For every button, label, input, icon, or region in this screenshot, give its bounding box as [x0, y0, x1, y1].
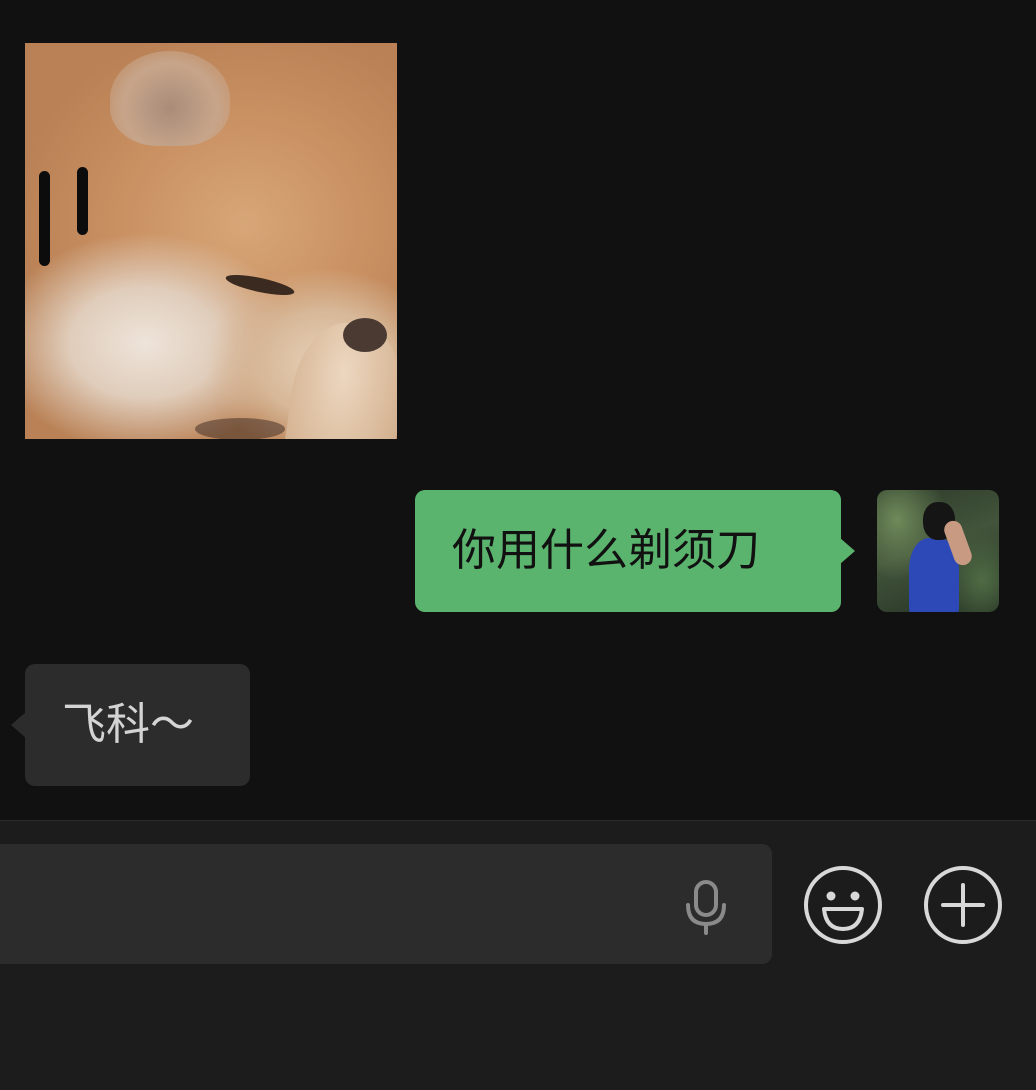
sticker-sweat-mark: [39, 171, 50, 266]
sticker-dog-nose: [343, 318, 387, 352]
sticker-dog-ear: [110, 51, 230, 146]
sent-message-text: 你用什么剃须刀: [452, 525, 760, 576]
chat-screen: 你用什么剃须刀 飞科～: [0, 0, 1036, 1090]
sticker-dog-mouth: [195, 418, 285, 439]
received-sticker-image[interactable]: [25, 43, 397, 439]
chat-input-bar: [0, 820, 1036, 1090]
received-message-text: 飞科～: [62, 699, 194, 750]
sent-message-bubble[interactable]: 你用什么剃须刀: [415, 490, 855, 612]
sticker-sweat-mark: [77, 167, 88, 235]
my-avatar[interactable]: [877, 490, 999, 612]
message-input[interactable]: [0, 844, 772, 964]
smiley-face-icon[interactable]: [803, 865, 883, 945]
plus-circle-icon[interactable]: [923, 865, 1003, 945]
message-list[interactable]: 你用什么剃须刀 飞科～: [0, 0, 1036, 820]
microphone-icon[interactable]: [683, 879, 729, 935]
sticker-dog-eye: [224, 270, 296, 300]
received-message-bubble[interactable]: 飞科～: [11, 664, 250, 786]
